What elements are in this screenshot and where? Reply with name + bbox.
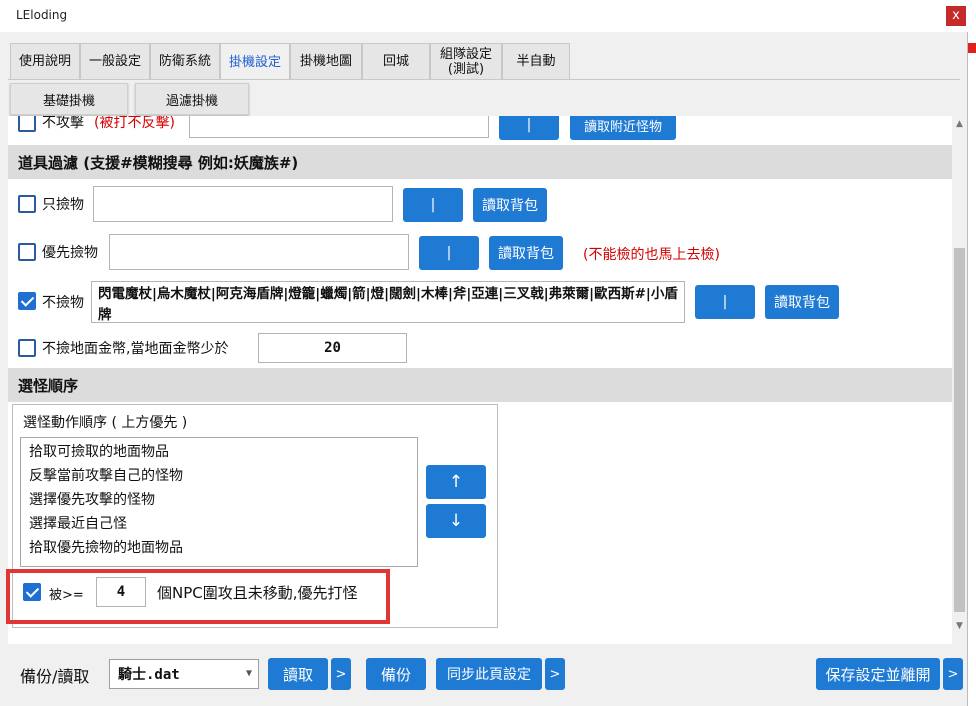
- move-up-button[interactable]: ↑: [426, 465, 486, 499]
- backup-file-select[interactable]: 騎士.dat ▼: [109, 659, 259, 689]
- item-filter-header: 道具過濾 (支援#模糊搜尋 例如:妖魔族#): [8, 145, 952, 179]
- move-down-button[interactable]: ↓: [426, 504, 486, 538]
- only-pickup-checkbox[interactable]: [18, 195, 36, 213]
- only-pickup-separator-button[interactable]: |: [403, 188, 463, 222]
- npc-rule-checkbox[interactable]: [23, 583, 41, 601]
- gold-threshold-checkbox[interactable]: [18, 339, 36, 357]
- npc-rule-prefix: 被>=: [49, 588, 84, 603]
- subtab-filter[interactable]: 過濾掛機: [135, 83, 249, 115]
- tab-return-town[interactable]: 回城: [362, 43, 430, 79]
- no-attack-input[interactable]: [189, 116, 489, 138]
- window-title: LEloding: [16, 8, 68, 22]
- read-nearby-monsters-button[interactable]: 讀取附近怪物: [570, 116, 676, 140]
- sync-page-button[interactable]: 同步此頁設定: [436, 658, 542, 690]
- list-item[interactable]: 選擇最近自己怪: [21, 512, 417, 536]
- read-button[interactable]: 讀取: [268, 658, 328, 690]
- priority-pickup-label: 優先撿物: [42, 245, 98, 261]
- no-attack-label: 不攻擊: [42, 116, 84, 131]
- no-pickup-checkbox[interactable]: [18, 292, 36, 310]
- list-item[interactable]: 選擇優先攻擊的怪物: [21, 488, 417, 512]
- no-pickup-input[interactable]: 閃電魔杖|烏木魔杖|阿克海盾牌|燈籠|蠟燭|箭|燈|闊劍|木棒|斧|亞連|三叉戟…: [91, 281, 685, 323]
- title-bar: LEloding x: [0, 0, 968, 32]
- priority-pickup-input[interactable]: [109, 234, 409, 270]
- npc-rule-suffix: 個NPC圍攻且未移動,優先打怪: [157, 584, 358, 602]
- npc-count-input[interactable]: 4: [96, 577, 146, 607]
- only-pickup-read-bag-button[interactable]: 讀取背包: [473, 188, 547, 222]
- gold-threshold-input[interactable]: 20: [258, 333, 407, 363]
- background-app: [968, 0, 976, 706]
- settings-panel: 不攻擊 (被打不反擊) | 讀取附近怪物 道具過濾 (支援#模糊搜尋 例如:妖魔…: [8, 116, 952, 644]
- only-pickup-label: 只撿物: [42, 197, 84, 213]
- priority-pickup-separator-button[interactable]: |: [419, 236, 479, 270]
- tab-general[interactable]: 一般設定: [80, 43, 150, 79]
- scroll-thumb[interactable]: [954, 248, 965, 612]
- monster-order-group-title: 選怪動作順序 ( 上方優先 ): [23, 415, 188, 431]
- gold-threshold-label: 不撿地面金幣,當地面金幣少於: [42, 341, 229, 357]
- tab-instructions[interactable]: 使用說明: [10, 43, 80, 79]
- tab-idle-settings[interactable]: 掛機設定: [220, 43, 290, 80]
- priority-pickup-read-bag-button[interactable]: 讀取背包: [489, 236, 563, 270]
- subtab-basic[interactable]: 基礎掛機: [10, 83, 128, 115]
- chevron-down-icon: ▼: [245, 668, 252, 679]
- no-pickup-label: 不撿物: [42, 295, 84, 311]
- read-more-button[interactable]: >: [331, 658, 351, 690]
- tab-divider: [8, 79, 960, 80]
- backup-file-value: 騎士.dat: [118, 667, 180, 683]
- scroll-down-icon[interactable]: ▼: [952, 618, 967, 635]
- list-item[interactable]: 拾取可撿取的地面物品: [21, 440, 417, 464]
- priority-pickup-checkbox[interactable]: [18, 243, 36, 261]
- scroll-up-icon[interactable]: ▲: [952, 116, 967, 133]
- no-pickup-read-bag-button[interactable]: 讀取背包: [765, 285, 839, 319]
- only-pickup-input[interactable]: [93, 186, 393, 222]
- monster-order-list[interactable]: 拾取可撿取的地面物品 反擊當前攻擊自己的怪物 選擇優先攻擊的怪物 選擇最近自己怪…: [20, 437, 418, 567]
- no-attack-checkbox[interactable]: [18, 116, 36, 132]
- backup-read-label: 備份/讀取: [20, 667, 90, 686]
- tab-defense[interactable]: 防衛系統: [150, 43, 220, 79]
- backup-button[interactable]: 備份: [366, 658, 426, 690]
- close-button[interactable]: x: [946, 6, 966, 26]
- list-item[interactable]: 反擊當前攻擊自己的怪物: [21, 464, 417, 488]
- monster-order-header: 選怪順序: [8, 368, 952, 402]
- priority-pickup-note: (不能檢的也馬上去檢): [583, 247, 720, 263]
- save-more-button[interactable]: >: [943, 658, 963, 690]
- save-and-exit-button[interactable]: 保存設定並離開: [816, 658, 940, 690]
- settings-window: LEloding x 使用說明 一般設定 防衛系統 掛機設定 掛機地圖 回城 組…: [0, 0, 968, 706]
- tab-party[interactable]: 組隊設定 (測試): [430, 43, 502, 79]
- tab-semi-auto[interactable]: 半自動: [502, 43, 570, 79]
- tab-idle-map[interactable]: 掛機地圖: [290, 43, 362, 79]
- no-attack-separator-button[interactable]: |: [499, 116, 559, 140]
- sync-more-button[interactable]: >: [545, 658, 565, 690]
- background-red-marker: [968, 43, 976, 53]
- no-attack-hint: (被打不反擊): [94, 116, 175, 131]
- list-item[interactable]: 拾取優先撿物的地面物品: [21, 536, 417, 560]
- no-pickup-separator-button[interactable]: |: [695, 285, 755, 319]
